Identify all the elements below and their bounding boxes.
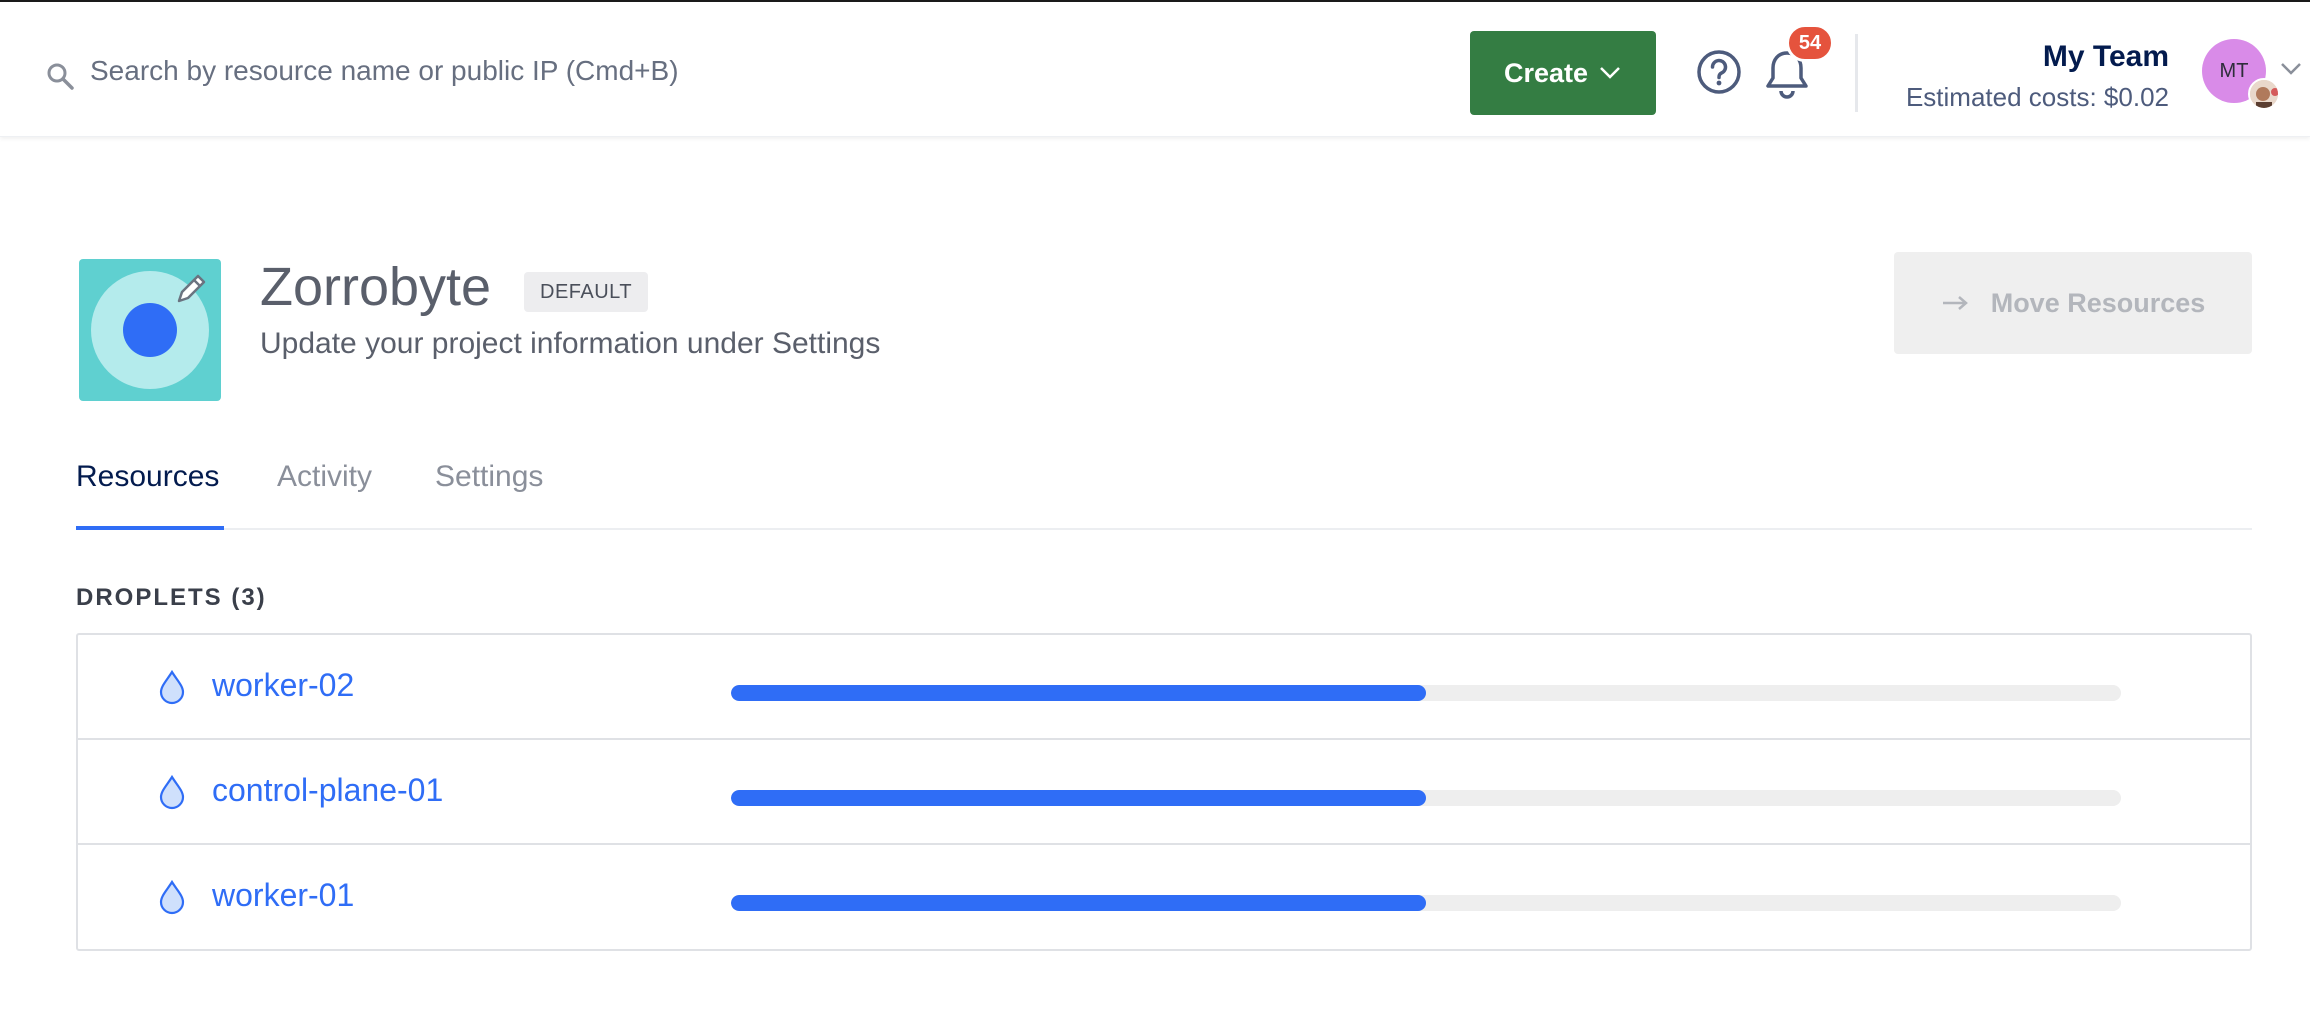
tab-activity[interactable]: Activity — [277, 460, 372, 494]
tab-resources[interactable]: Resources — [76, 460, 219, 494]
droplets-heading: DROPLETS (3) — [76, 584, 267, 611]
tab-settings[interactable]: Settings — [435, 460, 543, 494]
droplet-icon — [159, 879, 185, 915]
droplet-icon — [159, 669, 185, 705]
search-input[interactable] — [90, 48, 890, 94]
notification-count-badge: 54 — [1786, 24, 1834, 62]
project-logo[interactable] — [79, 259, 221, 401]
move-resources-label: Move Resources — [1990, 287, 2206, 318]
default-badge: DEFAULT — [524, 272, 649, 312]
list-item: worker-02 — [78, 635, 2250, 740]
create-button[interactable]: Create — [1470, 31, 1656, 115]
progress-bar — [731, 790, 2121, 806]
create-button-label: Create — [1503, 57, 1589, 88]
pencil-icon — [177, 274, 206, 303]
arrow-right-icon — [1942, 296, 1968, 310]
progress-fill — [731, 685, 1426, 701]
help-icon[interactable] — [1696, 49, 1742, 95]
user-avatar-mini — [2248, 78, 2280, 110]
chevron-down-icon[interactable] — [2280, 62, 2302, 76]
project-subtitle: Update your project information under Se… — [260, 327, 881, 360]
team-name[interactable]: My Team — [2043, 40, 2169, 74]
list-item: worker-01 — [78, 845, 2250, 950]
progress-fill — [731, 790, 1426, 806]
estimated-costs: Estimated costs: $0.02 — [1905, 82, 2169, 112]
tabs-divider — [76, 528, 2252, 530]
droplet-list: worker-02 control-plane-01 worker-01 — [76, 633, 2252, 951]
project-name: Zorrobyte — [260, 257, 492, 317]
progress-bar — [731, 895, 2121, 911]
move-resources-button[interactable]: Move Resources — [1894, 252, 2252, 354]
droplet-link[interactable]: control-plane-01 — [212, 772, 443, 809]
active-tab-indicator — [76, 526, 224, 530]
droplet-icon — [159, 774, 185, 810]
droplet-link[interactable]: worker-01 — [212, 877, 354, 914]
project-logo-dot — [123, 303, 177, 357]
list-item: control-plane-01 — [78, 740, 2250, 845]
top-bar: Create 54 My Team Estimated costs: $0.02… — [0, 0, 2310, 137]
user-photo-icon — [2250, 80, 2278, 108]
droplet-link[interactable]: worker-02 — [212, 667, 354, 704]
chevron-down-icon — [1600, 67, 1620, 79]
divider — [1855, 34, 1858, 112]
search-icon — [47, 63, 74, 90]
progress-bar — [731, 685, 2121, 701]
progress-fill — [731, 895, 1426, 911]
avatar-initials: MT — [2219, 59, 2249, 82]
